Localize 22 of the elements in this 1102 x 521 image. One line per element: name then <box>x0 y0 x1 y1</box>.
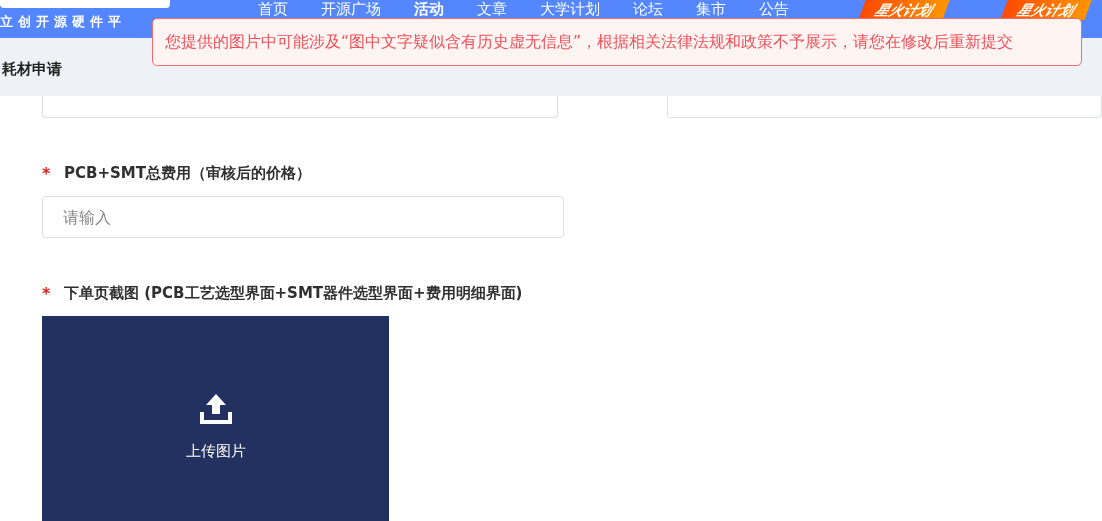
nav-link[interactable]: 论坛 <box>623 0 673 18</box>
field-label: 下单页截图 (PCB工艺选型界面+SMT器件选型界面+费用明细界面) <box>64 284 523 303</box>
required-mark: * <box>42 284 52 303</box>
page-title: 耗材申请 <box>2 59 62 79</box>
promo-badge[interactable]: 星火计划 <box>1000 0 1092 20</box>
nav-link[interactable]: 开源广场 <box>311 0 391 18</box>
nav-link[interactable]: 大学计划 <box>530 0 610 18</box>
logo-subtitle: 立创开源硬件平 <box>0 13 127 31</box>
nav-link[interactable]: 集市 <box>686 0 736 18</box>
upload-button[interactable]: 上传图片 <box>42 316 389 521</box>
input-field[interactable] <box>667 96 1102 118</box>
nav-link[interactable]: 活动 <box>404 0 454 18</box>
promo-badge[interactable]: 星火计划 <box>858 0 950 20</box>
input-field[interactable] <box>42 96 559 118</box>
input-field[interactable]: 请输入 <box>42 196 564 238</box>
nav-link[interactable]: 文章 <box>467 0 517 18</box>
required-mark: * <box>42 164 52 183</box>
error-toast: 您提供的图片中可能涉及“图中文字疑似含有历史虚无信息”，根据相关法律法规和政策不予展示，请您在修改后重新提交 <box>152 18 1082 66</box>
nav-link[interactable]: 首页 <box>248 0 298 18</box>
upload-icon <box>197 392 234 426</box>
nav-link[interactable]: 公告 <box>749 0 799 18</box>
field-label: PCB+SMT总费用（审核后的价格） <box>64 164 311 183</box>
